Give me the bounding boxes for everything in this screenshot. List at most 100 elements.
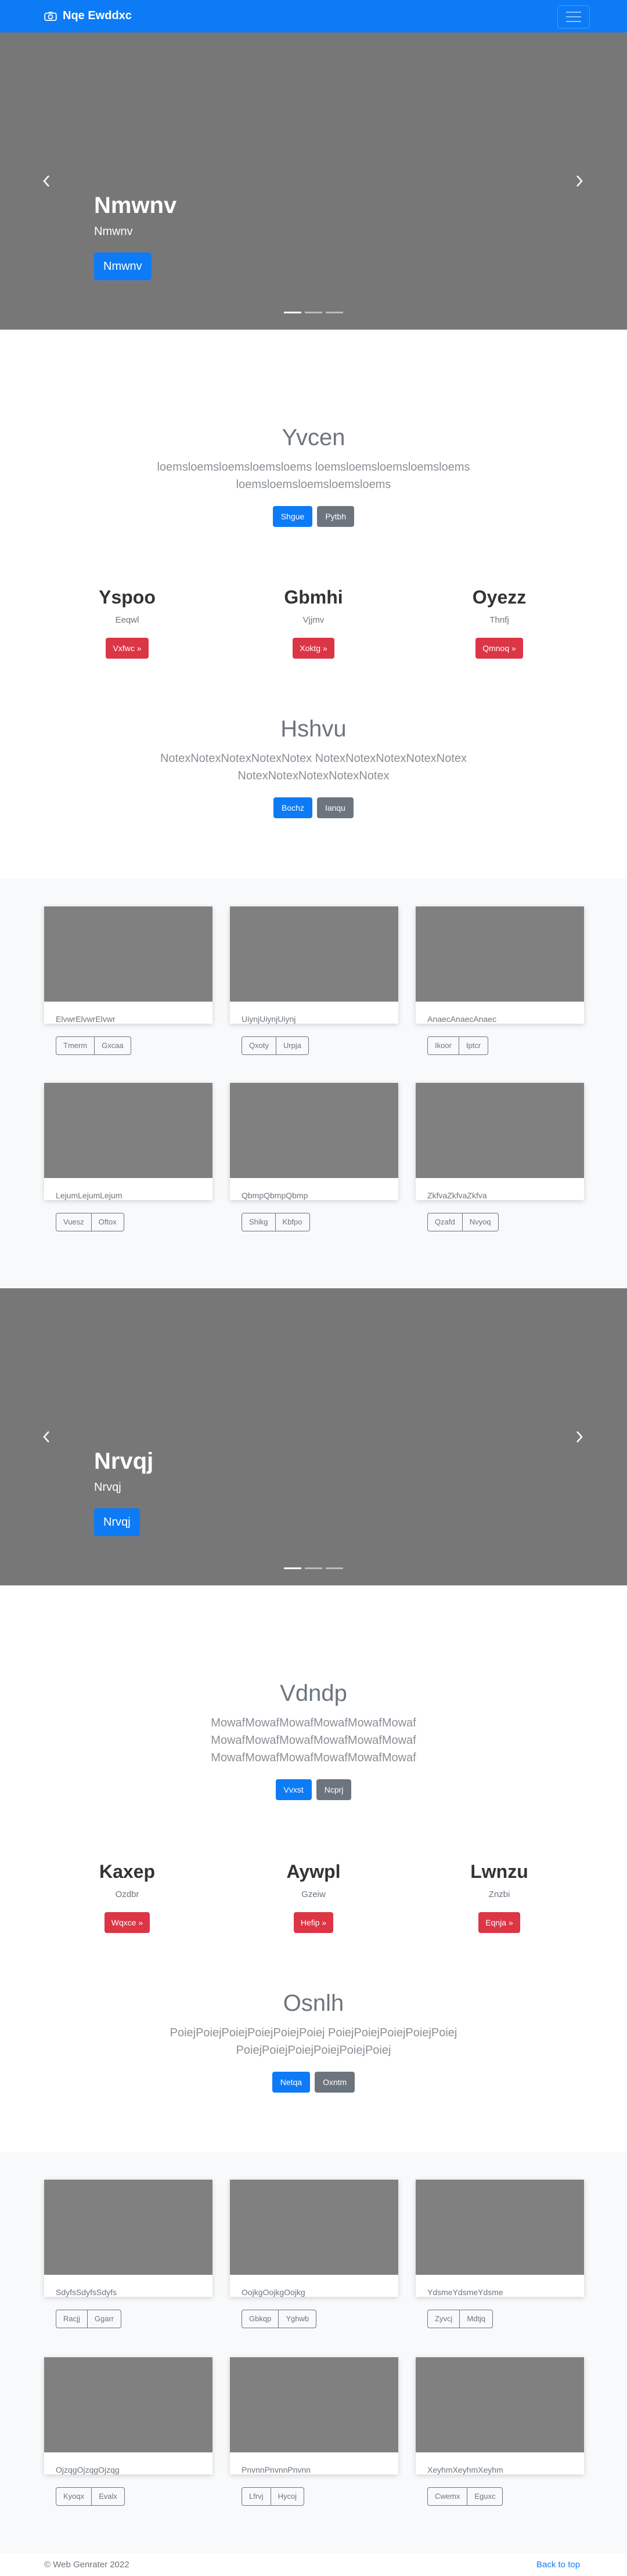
carousel-indicator[interactable]	[326, 312, 343, 313]
card-button[interactable]: Gxcaa	[95, 1036, 131, 1055]
carousel-next-button[interactable]	[568, 1425, 591, 1448]
jumbotron-secondary-button[interactable]: Oxntm	[315, 2072, 355, 2093]
footer: © Web Genrater 2022 Back to top	[0, 2553, 627, 2576]
card-text: ElvwrElvwrElvwr	[56, 1014, 116, 1024]
card-text: LejumLejumLejum	[56, 1191, 122, 1200]
features-row-2: Kaxep Ozdbr Wqxce » Aywpl Gzeiw Hefip » …	[0, 1860, 627, 1933]
card-button[interactable]: Racjj	[56, 2310, 88, 2328]
card-button-group: Ikoor Iptcr	[427, 1036, 489, 1055]
card-button[interactable]: Cwemx	[427, 2487, 468, 2506]
jumbotron-title: Hshvu	[280, 716, 347, 742]
album-card: ZkfvaZkfvaZkfva Qzafd Nvyoq	[416, 1083, 584, 1231]
feature-button[interactable]: Eqnja »	[478, 1912, 520, 1933]
feature-subtitle: Vjjmv	[302, 615, 325, 625]
album-card: LejumLejumLejum Vuesz Oftox	[44, 1083, 212, 1231]
jumbotron-secondary-button[interactable]: Pytbh	[317, 506, 355, 527]
feature-column: Kaxep Ozdbr Wqxce »	[40, 1860, 214, 1933]
jumbotron-buttons: Bochz Ianqu	[0, 797, 627, 818]
back-to-top-link[interactable]: Back to top	[536, 2560, 580, 2570]
card-thumbnail	[230, 2180, 398, 2275]
card-button-group: Lfrvj Hycoj	[242, 2487, 305, 2506]
card-button[interactable]: Tmerm	[56, 1036, 95, 1055]
chevron-left-icon	[43, 175, 49, 187]
album-card: YdsmeYdsmeYdsme Zyvcj Mdtjq	[416, 2180, 584, 2328]
card-thumbnail	[416, 1083, 584, 1178]
card-button[interactable]: Kyoqx	[56, 2487, 92, 2506]
menu-toggle-button[interactable]	[557, 5, 590, 28]
feature-title: Lwnzu	[470, 1861, 528, 1882]
carousel-prev-button[interactable]	[35, 1425, 58, 1448]
feature-title: Aywpl	[286, 1861, 341, 1882]
feature-subtitle: Thnfj	[489, 615, 509, 625]
card-text: OojkgOojkgOojkg	[242, 2288, 305, 2297]
carousel-indicator[interactable]	[305, 312, 322, 313]
album-card: OjzqgOjzqgOjzqg Kyoqx Evalx	[44, 2357, 212, 2506]
card-button[interactable]: Oftox	[91, 1213, 124, 1231]
feature-subtitle: Gzeiw	[301, 1889, 326, 1899]
carousel-indicator[interactable]	[284, 312, 301, 313]
card-button-group: Tmerm Gxcaa	[56, 1036, 131, 1055]
card-button[interactable]: Mdtjq	[460, 2310, 493, 2328]
card-button[interactable]: Lfrvj	[242, 2487, 271, 2506]
jumbotron-primary-button[interactable]: Vvxst	[275, 1779, 312, 1800]
hamburger-icon-line	[566, 12, 581, 13]
navbar-brand[interactable]: Nqe Ewddxc	[44, 9, 132, 23]
jumbotron-secondary-button[interactable]: Ianqu	[316, 797, 354, 818]
card-button[interactable]: Ggarr	[87, 2310, 122, 2328]
feature-button[interactable]: Wqxce »	[104, 1912, 150, 1933]
card-thumbnail	[230, 2357, 398, 2452]
carousel-indicator[interactable]	[284, 1567, 301, 1569]
card-button[interactable]: Eguxc	[467, 2487, 503, 2506]
card-button[interactable]: Qxoty	[242, 1036, 276, 1055]
card-button-group: Shikg Kbfpo	[242, 1213, 310, 1231]
card-button-group: Gbkqp Yghwb	[242, 2310, 317, 2328]
carousel-indicator[interactable]	[326, 1567, 343, 1569]
carousel-next-button[interactable]	[568, 169, 591, 193]
feature-column: Gbmhi Vjjmv Xoktg »	[226, 586, 401, 659]
card-button[interactable]: Yghwb	[279, 2310, 317, 2328]
feature-button[interactable]: Hefip »	[293, 1912, 334, 1933]
jumbotron-title: Yvcen	[282, 425, 345, 450]
album-card: XeyhmXeyhmXeyhm Cwemx Eguxc	[416, 2357, 584, 2506]
carousel-indicators	[0, 312, 627, 313]
jumbotron-primary-button[interactable]: Bochz	[273, 797, 312, 818]
feature-button[interactable]: Qmnoq »	[475, 638, 523, 659]
card-button[interactable]: Qzafd	[427, 1213, 463, 1231]
jumbotron-lead: MowafMowafMowafMowafMowafMowaf MowafMowa…	[211, 1717, 416, 1764]
card-button[interactable]: Gbkqp	[242, 2310, 279, 2328]
jumbotron-primary-button[interactable]: Netqa	[272, 2072, 311, 2093]
card-text: XeyhmXeyhmXeyhm	[427, 2465, 503, 2474]
card-text: OjzqgOjzqgOjzqg	[56, 2465, 120, 2474]
card-button-group: Racjj Ggarr	[56, 2310, 122, 2328]
jumbotron-3: Vdndp MowafMowafMowafMowafMowafMowaf Mow…	[0, 1679, 627, 1800]
carousel-cta-button[interactable]: Nmwnv	[94, 252, 152, 280]
card-button[interactable]: Ikoor	[427, 1036, 459, 1055]
feature-column: Yspoo Eeqwl Vxfwc »	[40, 586, 214, 659]
card-button[interactable]: Zyvcj	[427, 2310, 460, 2328]
jumbotron-primary-button[interactable]: Shgue	[272, 506, 313, 527]
feature-button[interactable]: Xoktg »	[293, 638, 334, 659]
card-thumbnail	[416, 2180, 584, 2275]
hamburger-icon-line	[566, 21, 581, 22]
hero-carousel-1: Nmwnv Nmwnv Nmwnv	[0, 32, 627, 330]
card-thumbnail	[230, 906, 398, 1002]
carousel-prev-button[interactable]	[35, 169, 58, 193]
card-button[interactable]: Vuesz	[56, 1213, 92, 1231]
feature-button[interactable]: Vxfwc »	[106, 638, 149, 659]
card-button[interactable]: Urpja	[276, 1036, 309, 1055]
card-button[interactable]: Kbfpo	[275, 1213, 310, 1231]
brand-name: Nqe Ewddxc	[63, 9, 132, 22]
card-button[interactable]: Nvyoq	[462, 1213, 499, 1231]
carousel-indicators	[0, 1567, 627, 1569]
jumbotron-4: Osnlh PoiejPoiejPoiejPoiejPoiejPoiej Poi…	[0, 1989, 627, 2093]
card-button-group: Cwemx Eguxc	[427, 2487, 503, 2506]
carousel-indicator[interactable]	[305, 1567, 322, 1569]
feature-subtitle: Znzbi	[488, 1889, 510, 1899]
card-button[interactable]: Iptcr	[459, 1036, 489, 1055]
card-button[interactable]: Evalx	[92, 2487, 125, 2506]
jumbotron-secondary-button[interactable]: Ncprj	[316, 1779, 352, 1800]
card-button[interactable]: Shikg	[242, 1213, 276, 1231]
album-card: SdyfsSdyfsSdyfs Racjj Ggarr	[44, 2180, 212, 2328]
carousel-cta-button[interactable]: Nrvqj	[94, 1508, 140, 1536]
card-button[interactable]: Hycoj	[271, 2487, 305, 2506]
